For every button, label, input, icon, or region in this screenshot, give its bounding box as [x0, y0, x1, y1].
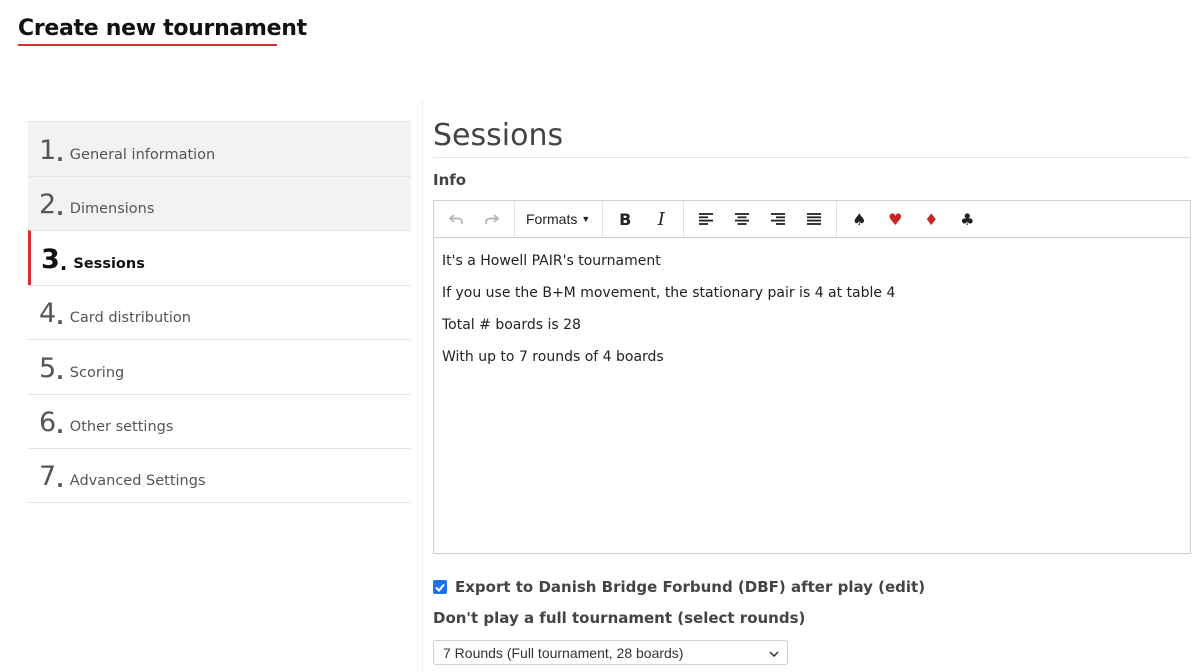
step-label: General information: [69, 146, 216, 163]
align-left-icon[interactable]: [688, 205, 724, 233]
section-divider: [433, 157, 1190, 158]
title-underline: [18, 44, 277, 46]
caret-down-icon: ▼: [581, 214, 591, 224]
step-sessions[interactable]: 3. Sessions: [28, 230, 411, 285]
club-button[interactable]: ♣: [949, 205, 985, 233]
step-number: 2: [39, 189, 57, 220]
editor-toolbar: Formats ▼ B I ♠ ♥ ♦ ♣: [434, 201, 1190, 238]
italic-button[interactable]: I: [643, 205, 679, 233]
section-title: Sessions: [433, 118, 564, 153]
formats-label: Formats: [526, 211, 578, 227]
rounds-select-value: 7 Rounds (Full tournament, 28 boards): [443, 644, 684, 661]
heart-button[interactable]: ♥: [877, 205, 913, 233]
step-advanced-settings[interactable]: 7. Advanced Settings: [28, 448, 411, 503]
step-label: Dimensions: [69, 201, 155, 217]
step-number: 6: [39, 407, 57, 438]
editor-content[interactable]: It's a Howell PAIR's tournament If you u…: [434, 238, 1190, 380]
editor-line: Total # boards is 28: [442, 317, 581, 333]
chevron-down-icon: [769, 644, 779, 662]
align-justify-icon[interactable]: [796, 205, 832, 233]
align-center-icon[interactable]: [724, 205, 760, 233]
spade-button[interactable]: ♠: [841, 205, 877, 233]
formats-group: Formats ▼: [515, 201, 604, 237]
undo-icon[interactable]: [438, 205, 474, 233]
step-other-settings[interactable]: 6. Other settings: [28, 393, 411, 449]
step-number: 5: [39, 352, 57, 384]
step-label: Advanced Settings: [69, 472, 206, 489]
align-right-icon[interactable]: [760, 205, 796, 233]
wizard-steps: 1. General information 2. Dimensions 3. …: [28, 121, 411, 503]
step-number: 3: [41, 243, 60, 275]
rich-text-editor: Formats ▼ B I ♠ ♥ ♦ ♣ It's a Howell PAIR…: [433, 200, 1191, 554]
redo-icon[interactable]: [474, 205, 510, 233]
export-checkbox[interactable]: [433, 580, 447, 594]
step-number: 1: [39, 134, 57, 166]
suits-group: ♠ ♥ ♦ ♣: [837, 201, 989, 237]
italic-icon: I: [657, 208, 665, 230]
step-scoring[interactable]: 5. Scoring: [28, 339, 411, 394]
step-general-information[interactable]: 1. General information: [28, 121, 411, 176]
heart-icon: ♥: [888, 209, 903, 229]
align-group: [684, 201, 838, 237]
editor-line: It's a Howell PAIR's tournament: [442, 253, 661, 269]
step-label: Card distribution: [69, 310, 191, 326]
step-number: 7: [39, 460, 57, 492]
editor-line: With up to 7 rounds of 4 boards: [442, 349, 664, 365]
info-label: Info: [433, 171, 467, 189]
step-label: Other settings: [69, 419, 174, 435]
step-number: 4: [39, 298, 57, 329]
spade-icon: ♠: [852, 209, 867, 229]
page-title: Create new tournament: [18, 16, 307, 41]
editor-line: If you use the B+M movement, the station…: [442, 285, 896, 301]
step-label: Sessions: [73, 255, 145, 272]
step-label: Scoring: [69, 364, 125, 381]
export-label[interactable]: Export to Danish Bridge Forbund (DBF) af…: [455, 578, 925, 596]
formats-dropdown[interactable]: Formats ▼: [519, 205, 598, 233]
diamond-icon: ♦: [924, 209, 939, 229]
column-divider: [422, 100, 423, 672]
export-option: Export to Danish Bridge Forbund (DBF) af…: [433, 578, 925, 596]
club-icon: ♣: [960, 209, 975, 229]
history-group: [434, 201, 515, 237]
rounds-select[interactable]: 7 Rounds (Full tournament, 28 boards): [433, 640, 788, 665]
diamond-button[interactable]: ♦: [913, 205, 949, 233]
bold-button[interactable]: B: [607, 205, 643, 233]
partial-tournament-label: Don't play a full tournament (select rou…: [433, 609, 806, 627]
step-dimensions[interactable]: 2. Dimensions: [28, 175, 411, 230]
step-card-distribution[interactable]: 4. Card distribution: [28, 284, 411, 340]
style-group: B I: [603, 201, 685, 237]
bold-icon: B: [619, 209, 632, 229]
